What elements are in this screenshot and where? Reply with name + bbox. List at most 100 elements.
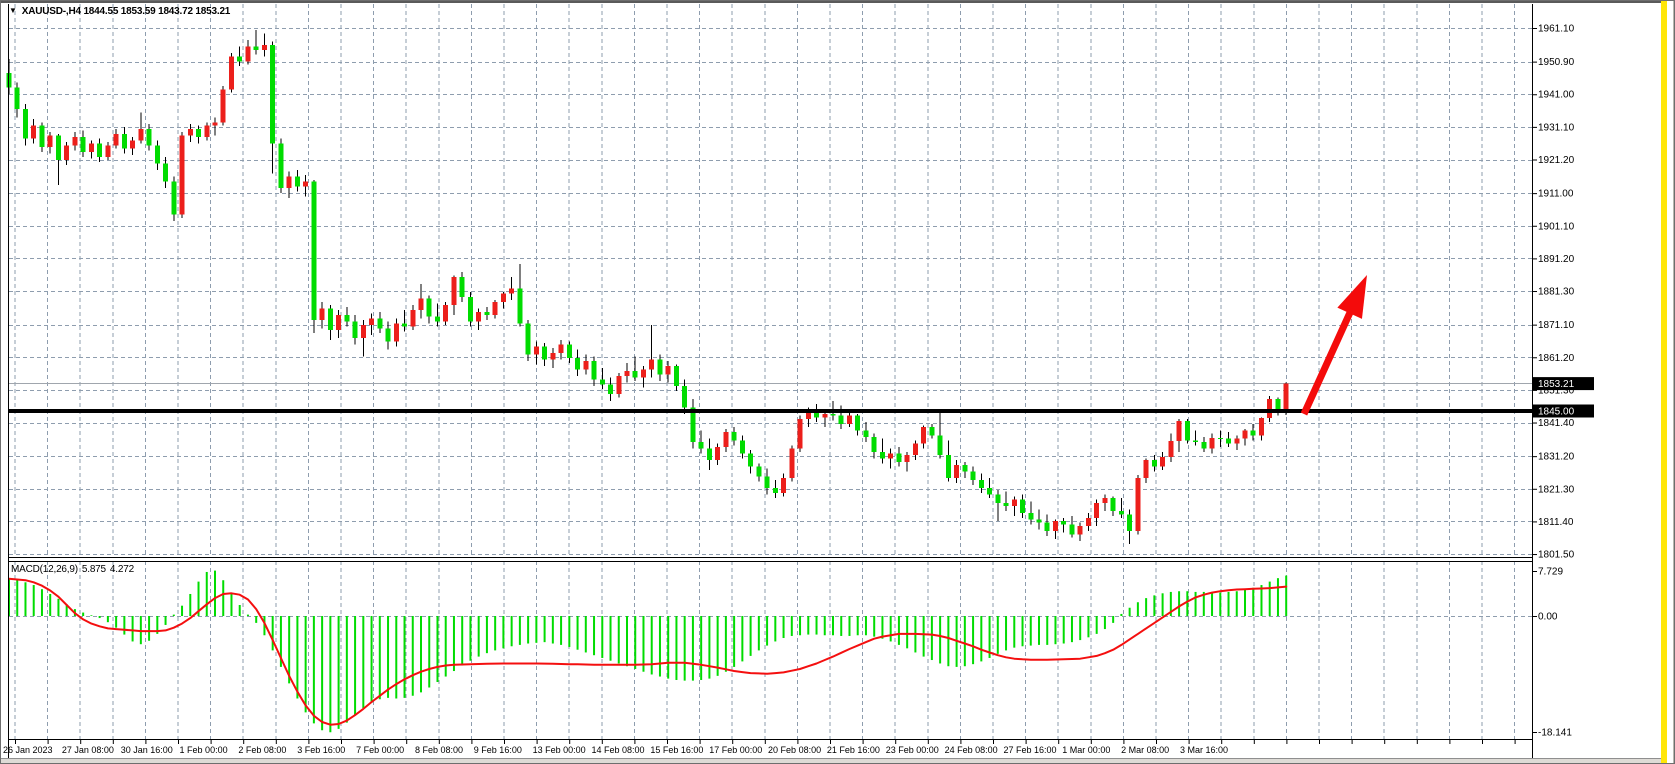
- bull-candle: [493, 302, 498, 315]
- bull-candle: [847, 416, 852, 424]
- time-axis-label: 2 Feb 08:00: [238, 745, 286, 755]
- bear-candle: [880, 452, 885, 459]
- bull-candle: [1086, 518, 1091, 526]
- time-axis-label: 3 Mar 16:00: [1180, 745, 1228, 755]
- price-axis-label: 1941.00: [1538, 90, 1575, 101]
- bull-candle: [1243, 430, 1248, 438]
- bear-candle: [435, 317, 440, 322]
- bull-candle: [443, 305, 448, 321]
- bull-candle: [789, 449, 794, 479]
- bull-candle: [501, 294, 506, 302]
- chart-window: ▼XAUUSD-,H4 1844.55 1853.59 1843.72 1853…: [0, 0, 1675, 764]
- bear-candle: [987, 488, 992, 495]
- bear-candle: [765, 477, 770, 489]
- time-axis-label: 23 Feb 00:00: [886, 745, 939, 755]
- price-axis[interactable]: 1961.10 1950.90 1941.00 1931.10 1921.20 1911.…: [1532, 24, 1594, 739]
- svg-text:1853.21: 1853.21: [1538, 379, 1575, 390]
- bear-candle: [699, 442, 704, 449]
- bear-candle: [270, 45, 275, 144]
- bear-candle: [81, 137, 86, 152]
- bear-candle: [756, 467, 761, 477]
- bull-candle: [105, 145, 110, 157]
- bull-candle: [410, 310, 415, 326]
- bull-candle: [509, 289, 514, 294]
- chevron-down-icon: ▼: [9, 6, 17, 15]
- bear-candle: [328, 308, 333, 329]
- time-axis-label: 7 Feb 00:00: [356, 745, 404, 755]
- macd-name-label: MACD(12,26,9): [11, 564, 78, 575]
- bear-candle: [855, 416, 860, 431]
- bear-candle: [946, 455, 951, 478]
- bull-candle: [451, 277, 456, 305]
- time-axis-label: 1 Mar 00:00: [1062, 745, 1110, 755]
- bull-candle: [583, 361, 588, 369]
- bear-candle: [237, 56, 242, 61]
- bear-candle: [386, 328, 391, 341]
- bear-candle: [311, 182, 316, 320]
- price-axis-label: 1931.10: [1538, 122, 1575, 133]
- bull-candle: [1135, 478, 1140, 531]
- time-axis-label: 2 Mar 08:00: [1121, 745, 1169, 755]
- svg-text:1845.00: 1845.00: [1538, 407, 1575, 418]
- bull-candle: [905, 455, 910, 462]
- bear-candle: [707, 449, 712, 461]
- arrow-head: [1337, 275, 1367, 319]
- price-axis-label: 1831.20: [1538, 452, 1575, 463]
- bear-candle: [1111, 498, 1116, 511]
- buy-signal-arrow[interactable]: [9, 275, 1532, 414]
- bear-candle: [353, 322, 358, 338]
- price-axis-label: 1911.00: [1538, 189, 1574, 200]
- bear-candle: [460, 277, 465, 297]
- bear-candle: [995, 495, 1000, 503]
- bear-candle: [929, 427, 934, 435]
- bear-candle: [1119, 511, 1124, 514]
- macd-scale-label: -18.141: [1538, 728, 1572, 739]
- bull-candle: [229, 56, 234, 89]
- bear-candle: [938, 435, 943, 455]
- bear-candle: [344, 315, 349, 322]
- bull-candle: [806, 412, 811, 419]
- candles-layer[interactable]: [7, 30, 1533, 544]
- bear-candle: [1275, 399, 1280, 411]
- bull-candle: [723, 432, 728, 447]
- bull-candle: [625, 371, 630, 376]
- bear-candle: [979, 480, 984, 488]
- bear-candle: [657, 360, 662, 375]
- bull-candle: [616, 376, 621, 394]
- macd-scale-label: 0.00: [1538, 612, 1558, 623]
- bear-candle: [1127, 514, 1132, 530]
- bull-candle: [888, 454, 893, 459]
- time-axis-label: 17 Feb 00:00: [709, 745, 762, 755]
- price-axis-label: 1921.20: [1538, 155, 1575, 166]
- grid-layer: [9, 4, 1532, 739]
- price-axis-label: 1811.40: [1538, 517, 1574, 528]
- bear-candle: [196, 129, 201, 137]
- bull-candle: [822, 414, 827, 417]
- time-axis-label: 8 Feb 08:00: [415, 745, 463, 755]
- bull-candle: [369, 318, 374, 325]
- bull-candle: [180, 135, 185, 214]
- price-axis-label: 1950.90: [1538, 57, 1575, 68]
- bull-candle: [262, 45, 267, 50]
- bear-candle: [1028, 513, 1033, 520]
- bull-candle: [303, 182, 308, 187]
- price-axis-label: 1861.20: [1538, 353, 1575, 364]
- bear-candle: [1152, 460, 1157, 467]
- price-axis-label: 1961.10: [1538, 24, 1575, 35]
- bear-candle: [872, 437, 877, 452]
- bull-candle: [221, 89, 226, 122]
- bear-candle: [592, 361, 597, 379]
- bear-candle: [278, 144, 283, 188]
- bull-candle: [1177, 421, 1182, 441]
- bear-candle: [427, 299, 432, 317]
- bull-candle: [287, 177, 292, 189]
- bull-candle: [89, 144, 94, 152]
- arrow-shaft: [1304, 308, 1352, 414]
- price-chart-canvas[interactable]: 1961.10 1950.90 1941.00 1931.10 1921.20 1911.…: [1, 1, 1675, 764]
- time-axis[interactable]: 26 Jan 202327 Jan 08:0030 Jan 16:001 Feb…: [3, 740, 1515, 755]
- bull-candle: [1284, 384, 1289, 413]
- bear-candle: [484, 312, 489, 315]
- price-axis-label: 1841.40: [1538, 418, 1575, 429]
- axes-layer[interactable]: 1961.10 1950.90 1941.00 1931.10 1921.20 1911.…: [3, 24, 1594, 756]
- macd-layer[interactable]: [9, 571, 1286, 733]
